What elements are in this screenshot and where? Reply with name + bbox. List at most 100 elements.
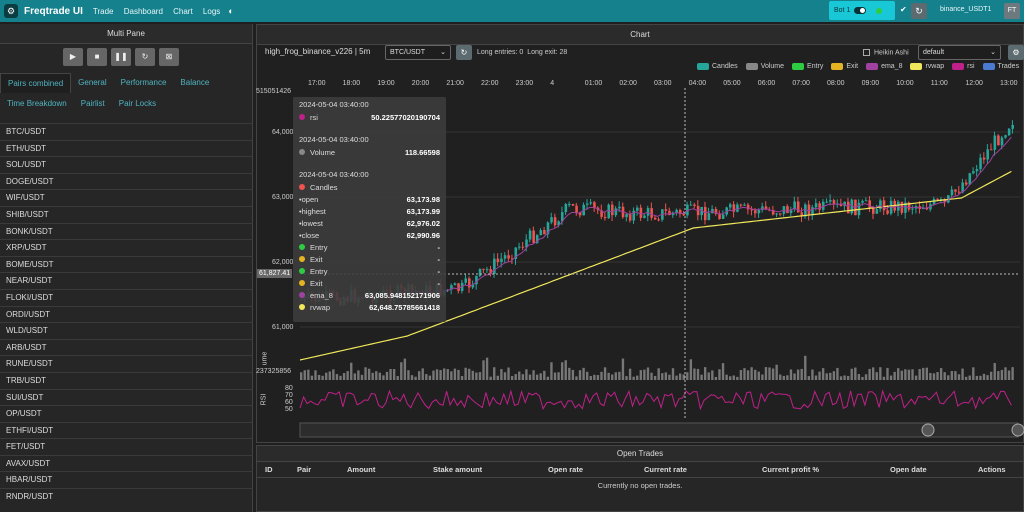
refresh-button[interactable]: ↻: [911, 3, 927, 19]
pair-item[interactable]: ETHFI/USDT: [0, 421, 253, 439]
tooltip-value: 62,990.96: [406, 230, 440, 240]
chart-tooltip: 2024-05-04 03:40:00 rsi 50.22577020190704…: [293, 97, 446, 322]
open-trades-pane: Open Trades ID Pair Amount Stake amount Open…: [256, 445, 1024, 512]
tab-performance[interactable]: Performance: [114, 73, 174, 93]
nav-chart[interactable]: Chart: [173, 7, 193, 16]
pair-item[interactable]: FET/USDT: [0, 438, 253, 455]
x-tick: 08:00: [827, 80, 845, 87]
legend-item[interactable]: rsi: [952, 63, 975, 70]
check-icon[interactable]: ✔: [900, 5, 907, 14]
tooltip-row: Entry -: [299, 241, 440, 253]
x-tick: 19:00: [377, 80, 395, 87]
tab-time-breakdown[interactable]: Time Breakdown: [0, 94, 74, 114]
tooltip-row: rsi 50.22577020190704: [299, 111, 440, 123]
pair-item[interactable]: ARB/USDT: [0, 338, 253, 356]
bot-selector[interactable]: Bot 1: [829, 1, 895, 20]
x-tick: 18:00: [342, 80, 361, 87]
stop-button[interactable]: ■: [87, 48, 107, 66]
pair-select[interactable]: BTC/USDT ⌄: [385, 45, 451, 60]
trades-column-header[interactable]: Current profit %: [762, 462, 890, 477]
tooltip-value: -: [437, 254, 441, 264]
force-exit-button[interactable]: ⊠: [159, 48, 179, 66]
tab-pairs-combined[interactable]: Pairs combined: [0, 73, 72, 93]
pair-item[interactable]: WLD/USDT: [0, 322, 253, 339]
legend-item[interactable]: ema_8: [866, 63, 902, 70]
heikin-ashi-toggle[interactable]: Heikin Ashi: [863, 49, 909, 56]
trades-column-header[interactable]: Amount: [347, 462, 433, 477]
trades-column-header[interactable]: Actions: [978, 462, 1024, 477]
bot-controls: ▶ ■ ❚❚ ↻ ⊠: [63, 48, 183, 66]
pair-item[interactable]: ETH/USDT: [0, 139, 253, 157]
trades-column-header[interactable]: Pair: [297, 462, 347, 477]
pair-item[interactable]: BONK/USDT: [0, 222, 253, 240]
pair-item[interactable]: ORDI/USDT: [0, 305, 253, 323]
legend-item[interactable]: Volume: [745, 63, 784, 70]
pair-item[interactable]: WIF/USDT: [0, 189, 253, 206]
heikin-ashi-checkbox[interactable]: [863, 49, 870, 56]
legend-item[interactable]: Entry: [792, 63, 823, 70]
chart-legend: Candles Volume Entry Exit ema_8 rvwap rsi Trade…: [697, 63, 1024, 70]
legend-item[interactable]: Exit: [831, 63, 858, 70]
trades-column-header[interactable]: Open date: [890, 462, 978, 477]
chart-pane-title: Chart: [257, 25, 1023, 45]
account-name[interactable]: binance_USDT1: [940, 6, 991, 13]
trades-table-header: ID Pair Amount Stake amount Open rate Current…: [257, 462, 1023, 478]
theme-toggle-icon[interactable]: ◐: [228, 6, 233, 16]
tooltip-label: Exit: [310, 278, 323, 288]
app-title[interactable]: Freqtrade UI: [24, 6, 83, 17]
nav-dashboard[interactable]: Dashboard: [124, 7, 163, 16]
pair-item[interactable]: SUI/USDT: [0, 388, 253, 406]
trades-column-header[interactable]: Stake amount: [433, 462, 548, 477]
tab-balance[interactable]: Balance: [173, 73, 216, 93]
avatar[interactable]: FT: [1004, 3, 1020, 19]
pair-item[interactable]: BTC/USDT: [0, 123, 253, 140]
pair-item[interactable]: SHIB/USDT: [0, 205, 253, 223]
legend-item[interactable]: Trades: [982, 63, 1019, 70]
bot-toggle[interactable]: [854, 7, 867, 14]
x-tick: 4: [550, 80, 555, 87]
tab-pair-locks[interactable]: Pair Locks: [112, 94, 163, 114]
pair-item[interactable]: BOME/USDT: [0, 255, 253, 273]
pair-item[interactable]: FLOKI/USDT: [0, 288, 253, 306]
chevron-down-icon: ⌄: [990, 49, 996, 56]
pair-item[interactable]: SOL/USDT: [0, 156, 253, 173]
pair-item[interactable]: HBAR/USDT: [0, 471, 253, 488]
pause-button[interactable]: ❚❚: [111, 48, 131, 66]
freqtrade-logo-icon[interactable]: ⚙: [4, 4, 18, 18]
pair-item[interactable]: TRB/USDT: [0, 371, 253, 389]
legend-item[interactable]: rvwap: [910, 63, 944, 70]
nav-trade[interactable]: Trade: [93, 7, 114, 16]
x-tick: 03:00: [654, 80, 672, 87]
tooltip-label: rsi: [310, 112, 318, 122]
nav-logs[interactable]: Logs: [203, 7, 220, 16]
reload-button[interactable]: ↻: [135, 48, 155, 66]
chart-settings-button[interactable]: ⚙: [1008, 45, 1024, 60]
multi-pane-title: Multi Pane: [0, 24, 252, 44]
pair-item[interactable]: DOGE/USDT: [0, 172, 253, 190]
entry-exit-counts: Long entries: 0 Long exit: 28: [477, 49, 567, 56]
pair-item[interactable]: NEAR/USDT: [0, 272, 253, 289]
pair-item[interactable]: AVAX/USDT: [0, 454, 253, 472]
tooltip-value: -: [437, 278, 441, 288]
legend-item[interactable]: Candles: [697, 63, 738, 70]
tooltip-value: 118.66598: [404, 147, 440, 157]
tab-general[interactable]: General: [71, 73, 113, 93]
trades-column-header[interactable]: ID: [265, 462, 297, 477]
refresh-chart-button[interactable]: ↻: [456, 45, 472, 60]
legend-label: rvwap: [925, 63, 945, 70]
trades-column-header[interactable]: Current rate: [644, 462, 762, 477]
tab-pairlist[interactable]: Pairlist: [74, 94, 112, 114]
tooltip-value: -: [437, 266, 441, 276]
start-button[interactable]: ▶: [63, 48, 83, 66]
pair-item[interactable]: RUNE/USDT: [0, 355, 253, 372]
pair-item[interactable]: XRP/USDT: [0, 239, 253, 256]
tooltip-value: 63,085.948152171906: [364, 290, 440, 300]
legend-swatch: [982, 63, 995, 70]
tooltip-value: -: [437, 242, 441, 252]
pair-item[interactable]: RNDR/USDT: [0, 488, 253, 505]
layout-select[interactable]: default ⌄: [918, 45, 1001, 60]
pair-item[interactable]: OP/USDT: [0, 405, 253, 422]
trades-column-header[interactable]: Open rate: [548, 462, 644, 477]
tooltip-label: Entry: [310, 242, 328, 252]
tooltip-row: rvwap 62,648.75785661418: [299, 301, 440, 313]
